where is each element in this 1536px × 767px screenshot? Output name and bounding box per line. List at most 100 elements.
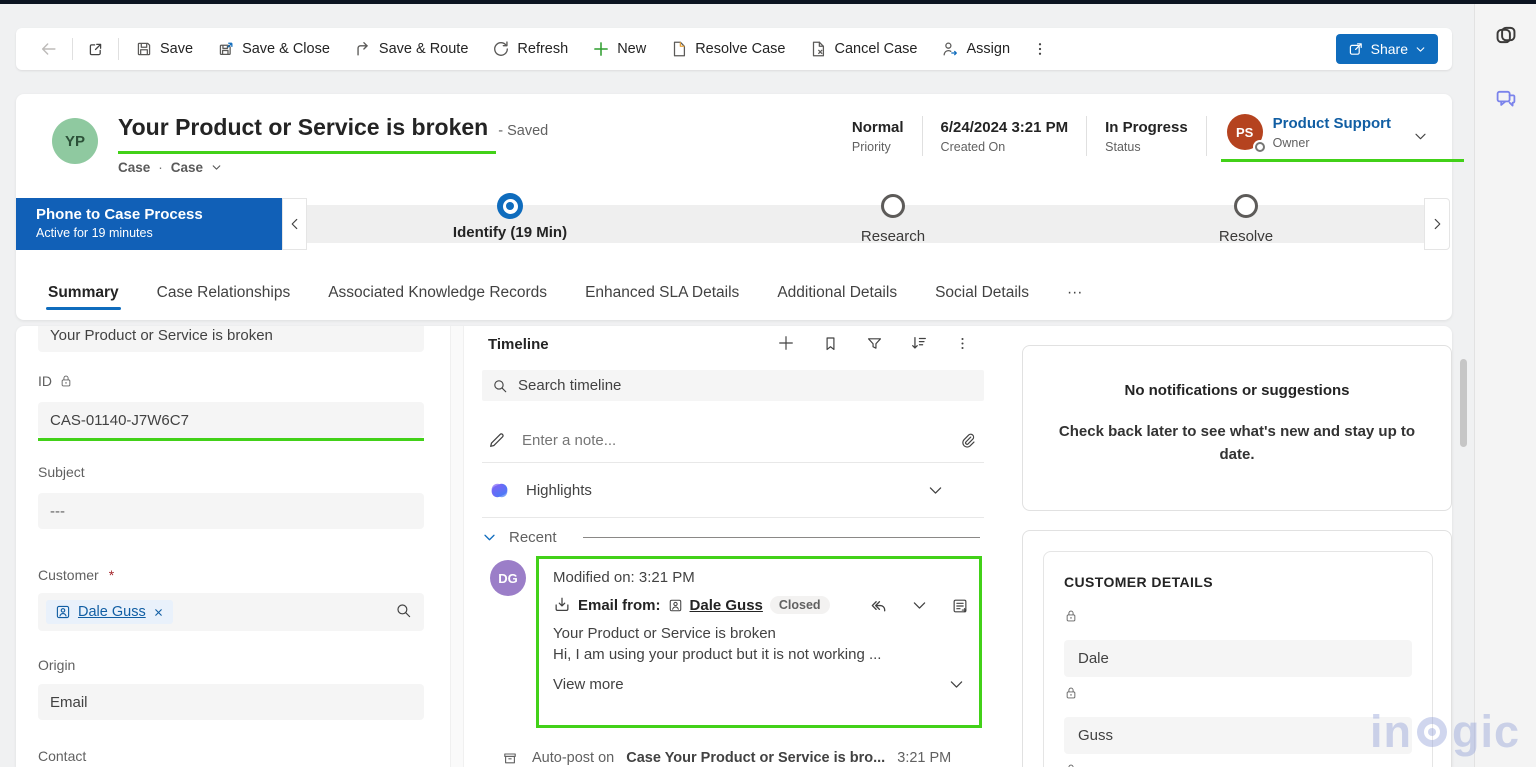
owner-highlight-underline — [1220, 159, 1464, 162]
bpf-stage-track: Identify (19 Min) Research Resolve — [307, 193, 1424, 245]
owner-link[interactable]: Product Support — [1273, 115, 1391, 132]
chevron-down-icon[interactable] — [948, 676, 965, 693]
view-more-link[interactable]: View more — [553, 676, 624, 693]
tab-associated-knowledge-records[interactable]: Associated Knowledge Records — [326, 268, 549, 318]
paperclip-icon — [962, 433, 975, 448]
bpf-stage-resolve[interactable]: Resolve — [1126, 193, 1366, 245]
attach-file-button[interactable] — [959, 432, 976, 449]
page-title: Your Product or Service is broken — [118, 114, 489, 140]
entry-type-label: Email from: — [578, 596, 661, 614]
toolbar-divider — [118, 38, 119, 60]
origin-input[interactable]: Email — [38, 684, 424, 720]
assign-button[interactable]: Assign — [929, 28, 1022, 70]
timeline-filter-button[interactable] — [866, 335, 883, 352]
case-title-input[interactable]: Your Product or Service is broken — [38, 326, 424, 352]
filter-icon — [867, 337, 882, 349]
tab-social-details[interactable]: Social Details — [933, 268, 1031, 318]
timeline-add-button[interactable] — [777, 334, 795, 352]
stage-active-icon — [497, 193, 523, 219]
tab-summary[interactable]: Summary — [46, 268, 121, 318]
column-scrollbar-gutter[interactable] — [450, 326, 464, 767]
timeline-email-entry[interactable]: Modified on: 3:21 PM Email from: Dale Gu… — [536, 556, 982, 728]
customer-search-button[interactable] — [395, 602, 412, 623]
chevron-down-icon — [929, 486, 942, 494]
autopost-prefix: Auto-post on — [532, 750, 615, 766]
save-button[interactable]: Save — [123, 28, 205, 70]
id-input[interactable]: CAS-01140-J7W6C7 — [38, 402, 424, 438]
share-label: Share — [1370, 41, 1408, 57]
customer-link[interactable]: Dale Guss — [78, 604, 146, 620]
subject-input[interactable]: --- — [38, 493, 424, 529]
last-name-input[interactable]: Guss — [1064, 717, 1412, 754]
back-button[interactable] — [30, 28, 68, 70]
tab-additional-details[interactable]: Additional Details — [775, 268, 899, 318]
subject-label-text: Subject — [38, 464, 85, 480]
timeline-autopost-entry[interactable]: Auto-post on Case Your Product or Servic… — [502, 750, 951, 766]
open-record-button[interactable] — [951, 597, 969, 616]
customer-details-title: CUSTOMER DETAILS — [1064, 574, 1213, 590]
priority-label: Priority — [851, 139, 891, 154]
tab-overflow-button[interactable]: ··· — [1065, 268, 1085, 318]
timeline-more-button[interactable] — [955, 336, 970, 351]
status-value: In Progress — [1105, 118, 1188, 136]
teams-chat-icon[interactable] — [1494, 87, 1518, 116]
cancel-case-button[interactable]: Cancel Case — [797, 28, 929, 70]
save-and-close-button[interactable]: Save & Close — [205, 28, 342, 70]
breadcrumb: Case · Case — [118, 160, 222, 175]
timeline-toolbar — [777, 334, 970, 352]
autopost-subject: Case Your Product or Service is bro... — [626, 750, 886, 766]
vertical-scrollbar[interactable] — [1460, 359, 1467, 447]
owner-initials: PS — [1236, 124, 1254, 140]
title-line: Your Product or Service is broken - Save… — [118, 114, 548, 141]
autopost-time: 3:21 PM — [897, 750, 952, 766]
new-button[interactable]: New — [580, 28, 658, 70]
contact-label-text: Contact — [38, 748, 87, 764]
chevron-down-icon — [913, 602, 926, 609]
share-button[interactable]: Share — [1335, 34, 1438, 64]
contact-field-label: Contact — [38, 748, 86, 764]
customer-details-card: CUSTOMER DETAILS Dale Guss — [1022, 530, 1452, 767]
first-name-field: Dale — [1064, 609, 1412, 677]
timeline-bookmark-button[interactable] — [822, 335, 839, 352]
entry-subject: Your Product or Service is broken — [553, 625, 776, 642]
id-highlight-underline — [38, 438, 424, 441]
entry-sender-link[interactable]: Dale Guss — [690, 597, 763, 614]
header-expand-chevron-icon[interactable] — [1413, 129, 1428, 144]
timeline-sort-button[interactable] — [910, 334, 928, 352]
timeline-search-input[interactable]: Search timeline — [482, 370, 984, 401]
tab-enhanced-sla-details[interactable]: Enhanced SLA Details — [583, 268, 741, 318]
save-and-route-label: Save & Route — [378, 41, 469, 57]
bpf-active-stage-box[interactable]: Phone to Case Process Active for 19 minu… — [16, 198, 282, 250]
customer-details-inner: CUSTOMER DETAILS Dale Guss — [1043, 551, 1433, 767]
back-arrow-icon — [41, 43, 56, 55]
copilot-panel-icon[interactable] — [1493, 22, 1519, 53]
form-selector[interactable]: Case — [171, 160, 203, 175]
resolve-case-button[interactable]: Resolve Case — [658, 28, 797, 70]
entry-expand-button[interactable] — [911, 597, 928, 616]
note-input[interactable]: Enter a note... — [482, 418, 984, 463]
remove-customer-button[interactable] — [153, 607, 164, 618]
first-name-input[interactable]: Dale — [1064, 640, 1412, 677]
save-and-route-button[interactable]: Save & Route — [342, 28, 480, 70]
search-icon — [494, 379, 507, 392]
bpf-previous-stage-button[interactable] — [282, 198, 307, 250]
origin-label-text: Origin — [38, 657, 76, 673]
recent-divider-line — [582, 536, 980, 538]
collapse-recent-button[interactable] — [482, 530, 497, 545]
close-icon — [154, 608, 162, 616]
entry-preview: Hi, I am using your product but it is no… — [553, 646, 882, 663]
top-chrome-bar — [0, 0, 1536, 4]
tab-case-relationships[interactable]: Case Relationships — [155, 268, 293, 318]
more-commands-button[interactable] — [1022, 28, 1058, 70]
bpf-stage-research[interactable]: Research — [773, 193, 1013, 245]
customer-lookup-input[interactable]: Dale Guss — [38, 593, 424, 631]
bpf-next-stage-button[interactable] — [1424, 198, 1450, 250]
bpf-stage-identify[interactable]: Identify (19 Min) — [390, 193, 630, 241]
origin-field-label: Origin — [38, 657, 75, 673]
refresh-label: Refresh — [517, 41, 569, 57]
popout-button[interactable] — [77, 28, 114, 70]
highlights-section-header[interactable]: Highlights — [482, 463, 984, 518]
reply-all-button[interactable] — [869, 597, 888, 616]
refresh-button[interactable]: Refresh — [480, 28, 580, 70]
sort-icon — [912, 336, 926, 349]
